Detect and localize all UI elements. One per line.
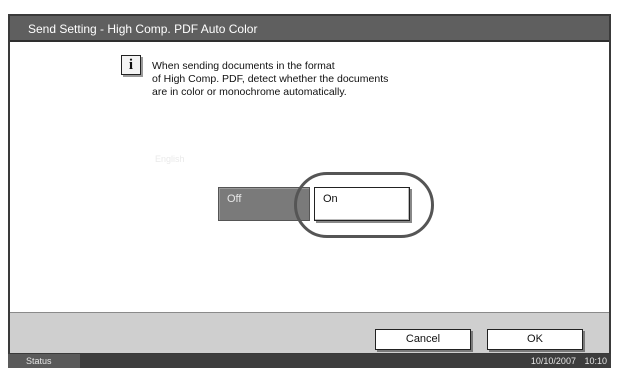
- info-line: are in color or monochrome automatically…: [152, 86, 347, 98]
- screen-title: Send Setting - High Comp. PDF Auto Color: [10, 16, 609, 42]
- status-date: 10/10/2007: [530, 356, 576, 366]
- info-line: When sending documents in the format: [152, 60, 335, 72]
- info-line: of High Comp. PDF, detect whether the do…: [152, 73, 389, 85]
- cancel-button[interactable]: Cancel: [375, 329, 471, 350]
- status-datetime: 10/10/2007 10:10: [525, 354, 607, 368]
- off-button-label: Off: [227, 193, 242, 205]
- status-bar: Status 10/10/2007 10:10: [8, 354, 611, 368]
- on-button-label: On: [323, 193, 338, 205]
- status-button[interactable]: Status: [8, 354, 80, 368]
- ok-button[interactable]: OK: [487, 329, 583, 350]
- content-area: i When sending documents in the format o…: [10, 42, 609, 312]
- settings-screen: Send Setting - High Comp. PDF Auto Color…: [8, 14, 611, 354]
- info-message: When sending documents in the format of …: [152, 60, 452, 99]
- off-button[interactable]: Off: [218, 187, 310, 221]
- status-time: 10:10: [584, 356, 607, 366]
- language-hint: English: [155, 154, 185, 164]
- footer-bar: Cancel OK: [10, 312, 609, 353]
- on-button[interactable]: On: [314, 187, 410, 221]
- info-icon: i: [121, 55, 141, 75]
